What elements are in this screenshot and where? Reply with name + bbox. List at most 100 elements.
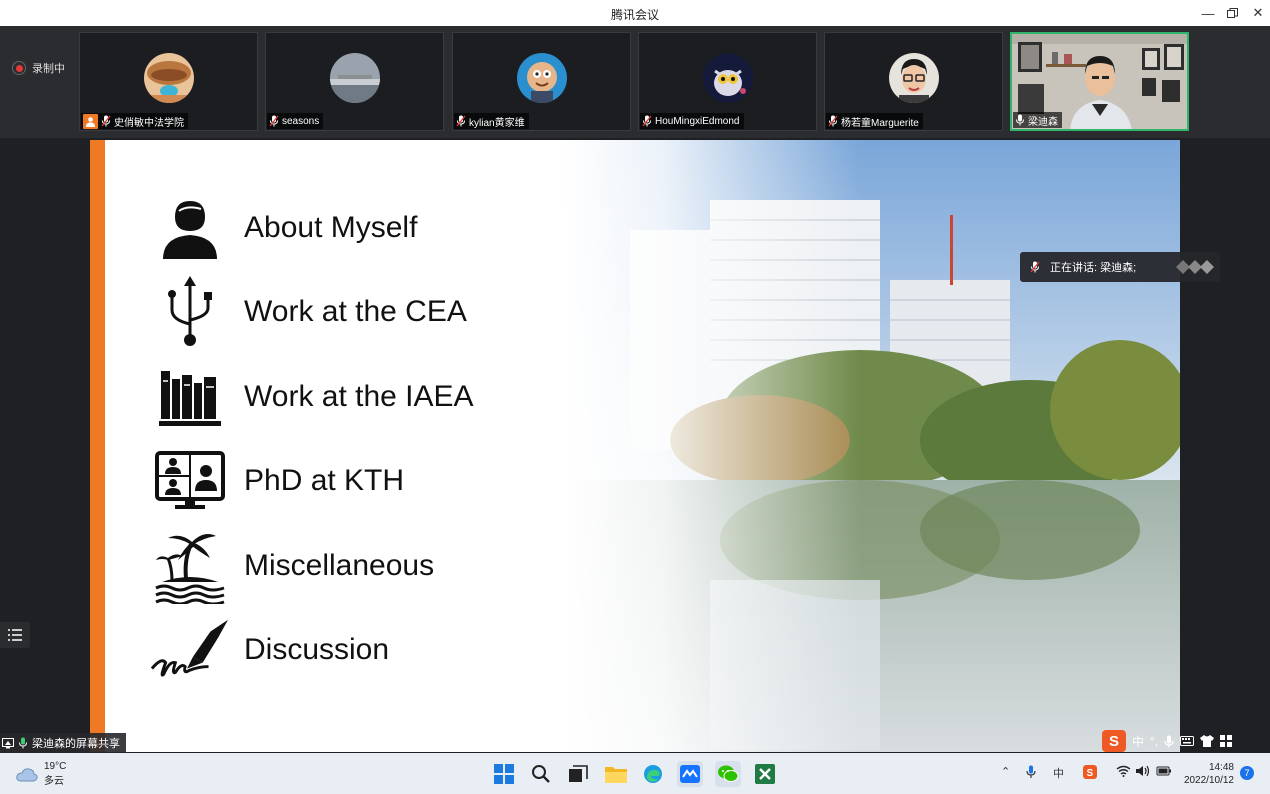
usb-icon: [150, 276, 230, 347]
speaking-indicator: 正在讲话: 梁迪森;: [1020, 252, 1220, 282]
participant-name: seasons: [282, 115, 320, 127]
participant-name: HouMingxiEdmond: [655, 115, 740, 127]
mic-icon: [1016, 114, 1024, 126]
wifi-icon[interactable]: [1116, 765, 1131, 780]
clock-time: 14:48: [1208, 762, 1234, 773]
library-icon: [150, 362, 230, 432]
participant-name: kylian黄家维: [469, 117, 525, 129]
toolbox-icon[interactable]: [1220, 735, 1233, 747]
agenda-item: Work at the IAEA: [90, 362, 590, 432]
weather-desc: 多云: [44, 776, 64, 787]
weather-widget[interactable]: 19°C 多云: [16, 761, 66, 787]
avatar: [144, 53, 194, 103]
participant-name-bar: 梁迪森: [1013, 112, 1062, 128]
participant-name: 史俏敏中法学院: [114, 117, 184, 129]
restore-button[interactable]: [1218, 0, 1246, 26]
agenda-label: Discussion: [244, 633, 390, 666]
agenda-label: PhD at KTH: [244, 464, 405, 497]
excel-icon[interactable]: [752, 761, 778, 787]
mic-icon: [19, 737, 27, 749]
participant-tile[interactable]: 史俏敏中法学院: [79, 32, 258, 131]
participant-name-bar: HouMingxiEdmond: [640, 113, 744, 129]
svg-text:S: S: [1087, 768, 1094, 779]
record-icon: [12, 61, 26, 75]
screen-share-label: 梁迪森的屏幕共享: [0, 733, 126, 753]
participant-name-bar: seasons: [267, 113, 324, 129]
participant-name-bar: kylian黄家维: [454, 113, 529, 129]
clock-date: 2022/10/12: [1183, 775, 1234, 786]
video-conference-icon: [150, 446, 230, 516]
list-icon: [8, 629, 22, 641]
ime-punctuation[interactable]: °,: [1150, 734, 1158, 748]
voice-input-icon[interactable]: [1164, 735, 1174, 748]
screen-share-icon: [2, 737, 14, 748]
agenda-item: About Myself: [90, 193, 590, 263]
edge-browser-icon[interactable]: [640, 761, 666, 787]
side-list-button[interactable]: [0, 622, 30, 648]
participant-name-bar: 杨若童Marguerite: [826, 113, 923, 129]
recording-label: 录制中: [32, 63, 65, 75]
battery-icon[interactable]: [1156, 765, 1172, 780]
person-icon: [150, 193, 230, 263]
recording-indicator[interactable]: 录制中: [12, 60, 65, 76]
tray-ime-indicator[interactable]: 中: [1053, 765, 1064, 781]
mic-muted-icon: [1030, 261, 1040, 273]
participant-tile[interactable]: HouMingxiEdmond: [638, 32, 817, 131]
sogou-ime-icon[interactable]: S: [1102, 730, 1126, 752]
participant-name: 梁迪森: [1028, 116, 1058, 128]
mic-muted-icon: [269, 115, 279, 127]
participant-name-bar: 史俏敏中法学院: [81, 113, 188, 129]
screen-share-owner: 梁迪森的屏幕共享: [32, 738, 120, 750]
system-clock[interactable]: 14:48 2022/10/12: [1180, 761, 1234, 787]
close-button[interactable]: ✕: [1244, 0, 1270, 26]
search-icon[interactable]: [528, 761, 554, 787]
pen-signature-icon: [150, 615, 230, 685]
mic-muted-icon: [642, 115, 652, 127]
participants-strip: 录制中 史俏敏中法学院 seasons kylian黄家维 HouMingxiE…: [0, 26, 1270, 138]
ime-toolbar[interactable]: S 中 °,: [1102, 729, 1254, 753]
speaking-label: 正在讲话: 梁迪森;: [1050, 262, 1137, 274]
cloud-icon: [16, 768, 38, 782]
taskbar: 19°C 多云 ⌃ 中 S 14:48 2022/10/12 7: [0, 753, 1270, 794]
audio-level-icon: [1176, 260, 1215, 274]
agenda-label: Miscellaneous: [244, 549, 435, 582]
file-explorer-icon[interactable]: [603, 761, 629, 787]
ime-mode[interactable]: 中: [1132, 733, 1144, 750]
tray-overflow-icon[interactable]: ⌃: [1001, 765, 1010, 778]
keyboard-icon[interactable]: [1180, 736, 1195, 746]
participant-tile[interactable]: 杨若童Marguerite: [824, 32, 1003, 131]
host-icon: [83, 113, 98, 129]
avatar: [330, 53, 380, 103]
task-view-icon[interactable]: [565, 761, 591, 787]
avatar: [889, 53, 939, 103]
agenda-item: Work at the CEA: [90, 276, 590, 347]
agenda-label: About Myself: [244, 211, 418, 244]
window-title: 腾讯会议: [610, 8, 659, 22]
mic-muted-icon: [101, 115, 111, 127]
tray-mic-icon[interactable]: [1026, 765, 1036, 782]
agenda-label: Work at the IAEA: [244, 380, 474, 413]
avatar: [517, 53, 567, 103]
agenda-label: Work at the CEA: [244, 295, 467, 328]
volume-icon[interactable]: [1136, 765, 1150, 780]
agenda-item: Miscellaneous: [90, 531, 590, 604]
mic-muted-icon: [456, 115, 466, 127]
start-icon[interactable]: [491, 761, 517, 787]
participant-tile[interactable]: seasons: [265, 32, 444, 131]
title-bar: 腾讯会议 — ✕: [0, 0, 1270, 26]
tray-sogou-icon[interactable]: S: [1083, 765, 1097, 782]
weather-temp: 19°C: [44, 761, 67, 772]
skin-icon[interactable]: [1200, 735, 1215, 747]
shared-screen[interactable]: About Myself Work at the CEA Work at the…: [90, 140, 1180, 752]
tencent-meeting-icon[interactable]: [677, 761, 703, 787]
avatar: [703, 53, 753, 103]
mic-muted-icon: [828, 115, 838, 127]
notification-badge[interactable]: 7: [1240, 766, 1254, 780]
participant-tile-active[interactable]: 梁迪森: [1010, 32, 1189, 131]
wechat-icon[interactable]: [715, 761, 741, 787]
agenda-item: Discussion: [90, 615, 590, 685]
agenda-item: PhD at KTH: [90, 446, 590, 516]
palm-island-icon: [150, 531, 230, 604]
participant-tile[interactable]: kylian黄家维: [452, 32, 631, 131]
participant-name: 杨若童Marguerite: [841, 117, 919, 129]
